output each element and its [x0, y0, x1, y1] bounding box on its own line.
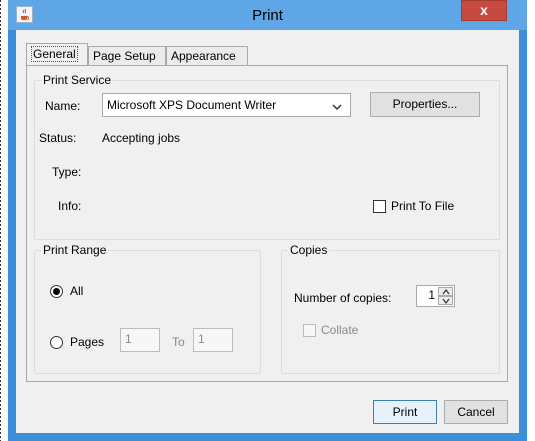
radio-selected-dot: [53, 288, 60, 295]
window-title: Print: [252, 7, 283, 24]
properties-button[interactable]: Properties...: [370, 92, 480, 117]
copies-value: 1: [428, 288, 435, 302]
number-of-copies-label: Number of copies:: [294, 291, 392, 305]
tab-appearance-label: Appearance: [171, 49, 236, 63]
tab-page-setup[interactable]: Page Setup: [88, 46, 166, 65]
tab-appearance[interactable]: Appearance: [166, 46, 248, 65]
pages-from-field[interactable]: 1: [120, 328, 160, 352]
pages-label[interactable]: Pages: [70, 335, 104, 349]
print-range-group: Print Range All Pages 1 To 1: [34, 243, 261, 374]
print-service-group: Print Service Name: Microsoft XPS Docume…: [34, 73, 500, 240]
tab-page-setup-label: Page Setup: [93, 49, 156, 63]
print-service-title: Print Service: [41, 73, 114, 87]
close-button[interactable]: x: [461, 0, 507, 21]
print-to-file-checkbox[interactable]: [373, 200, 386, 213]
print-dialog: Print x General Page Setup Appearance Pr…: [8, 0, 527, 441]
copies-spinner[interactable]: 1: [416, 285, 455, 307]
collate-label: Collate: [321, 323, 359, 337]
print-to-file-label[interactable]: Print To File: [391, 199, 454, 213]
tab-general[interactable]: General: [26, 43, 88, 66]
name-label: Name:: [45, 99, 81, 113]
print-button[interactable]: Print: [373, 400, 437, 424]
all-radio[interactable]: [50, 285, 63, 298]
spinner-up-icon[interactable]: [438, 287, 453, 296]
dialog-content: General Page Setup Appearance Print Serv…: [16, 30, 519, 433]
title-bar[interactable]: Print x: [8, 0, 527, 30]
copies-group: Copies Number of copies: 1 Collate: [281, 243, 500, 374]
type-label: Type:: [52, 165, 82, 179]
spinner-buttons: [438, 287, 453, 305]
tab-general-label: General: [31, 46, 78, 62]
printer-name-value: Microsoft XPS Document Writer: [107, 98, 277, 112]
to-label: To: [172, 335, 185, 349]
pages-to-field[interactable]: 1: [193, 328, 233, 352]
status-value: Accepting jobs: [102, 131, 181, 145]
background-dotted-edge: [0, 0, 3, 441]
printer-name-combobox[interactable]: Microsoft XPS Document Writer: [102, 93, 351, 117]
chevron-down-icon: [332, 100, 342, 114]
pages-radio[interactable]: [50, 336, 63, 349]
collate-checkbox[interactable]: [303, 324, 316, 337]
info-label: Info:: [58, 199, 82, 213]
cancel-button[interactable]: Cancel: [444, 400, 508, 424]
all-label[interactable]: All: [70, 284, 83, 298]
print-range-title: Print Range: [41, 243, 109, 257]
spinner-down-icon[interactable]: [438, 296, 453, 305]
general-tab-panel: Print Service Name: Microsoft XPS Docume…: [26, 65, 508, 382]
status-label: Status:: [39, 131, 77, 145]
copies-title: Copies: [288, 243, 330, 257]
